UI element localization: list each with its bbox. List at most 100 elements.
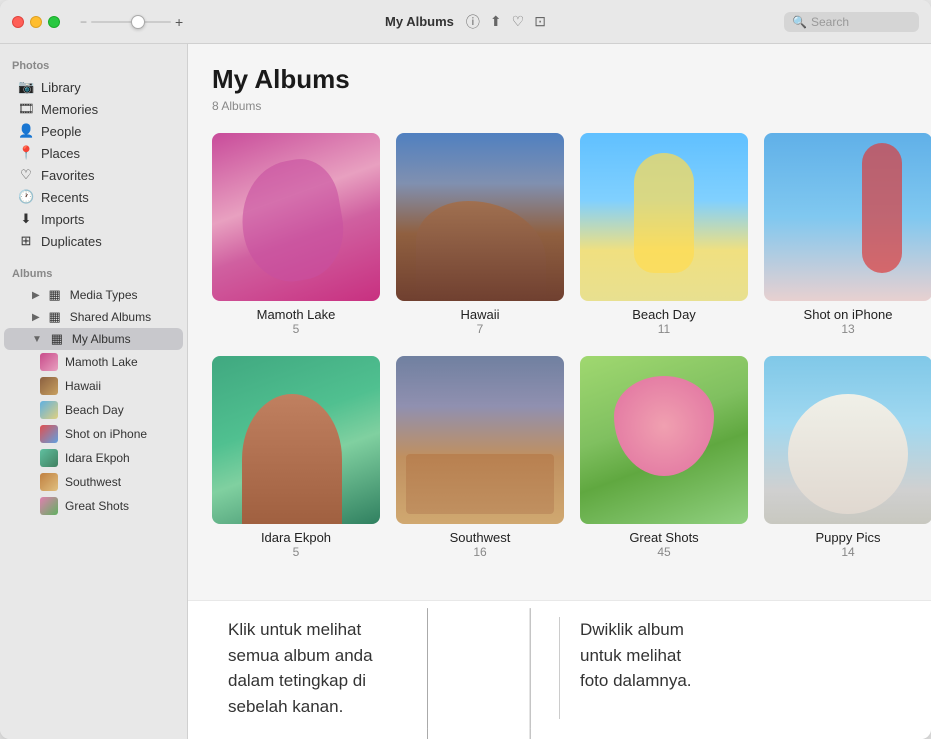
sidebar-item-label: Favorites — [41, 168, 94, 183]
sidebar-album-southwest[interactable]: Southwest — [4, 470, 183, 494]
sidebar-item-label: Mamoth Lake — [65, 355, 138, 369]
annotation-right-text: Dwiklik albumuntuk melihatfoto dalamnya. — [580, 617, 891, 719]
albums-section-label: Albums — [0, 260, 187, 284]
content-wrapper: My Albums 8 Albums Mamoth Lake 5 Hawaii … — [188, 44, 931, 739]
zoom-plus[interactable]: + — [175, 14, 183, 30]
sidebar-item-label: Places — [41, 146, 80, 161]
album-thumb-idara-ekpoh — [212, 356, 380, 524]
sidebar-item-label: Hawaii — [65, 379, 101, 393]
main-layout: Photos 📷 Library 🎞 Memories 👤 People 📍 P… — [0, 44, 931, 739]
share-icon[interactable]: ⬆ — [490, 13, 502, 30]
sidebar-item-label: Beach Day — [65, 403, 124, 417]
album-puppy-pics[interactable]: Puppy Pics 14 — [764, 356, 931, 559]
crop-icon[interactable]: ⊡ — [534, 13, 546, 30]
album-thumb-beach — [40, 401, 58, 419]
sidebar-album-great-shots[interactable]: Great Shots — [4, 494, 183, 518]
search-area[interactable]: 🔍 Search — [784, 12, 919, 32]
album-mamoth-lake[interactable]: Mamoth Lake 5 — [212, 133, 380, 336]
sidebar-item-label: Media Types — [70, 288, 138, 302]
album-count: 7 — [477, 322, 484, 336]
chevron-right-icon: ▶ — [32, 312, 40, 323]
sidebar-item-label: Duplicates — [41, 234, 102, 249]
album-thumb-great-shots — [580, 356, 748, 524]
album-shot-on-iphone[interactable]: Shot on iPhone 13 — [764, 133, 931, 336]
annotation-divider — [559, 617, 560, 719]
sidebar-item-imports[interactable]: ⬇ Imports — [4, 208, 183, 230]
album-hawaii[interactable]: Hawaii 7 — [396, 133, 564, 336]
sidebar-item-label: Recents — [41, 190, 89, 205]
titlebar: − + My Albums ⓘ ⬆ ♡ ⊡ 🔍 Search — [0, 0, 931, 44]
sidebar-group-shared-albums[interactable]: ▶ ▦ Shared Albums — [4, 306, 183, 328]
zoom-slider[interactable] — [91, 21, 171, 23]
album-name: Puppy Pics — [815, 530, 880, 545]
sidebar-album-beach-day[interactable]: Beach Day — [4, 398, 183, 422]
album-beach-day[interactable]: Beach Day 11 — [580, 133, 748, 336]
sidebar-item-people[interactable]: 👤 People — [4, 120, 183, 142]
album-name: Southwest — [450, 530, 511, 545]
places-icon: 📍 — [18, 145, 34, 161]
heart-icon[interactable]: ♡ — [512, 13, 525, 30]
album-name: Hawaii — [460, 307, 499, 322]
media-types-icon: ▦ — [47, 287, 63, 303]
page-title: My Albums — [212, 64, 907, 95]
album-count: 14 — [841, 545, 854, 559]
zoom-minus[interactable]: − — [80, 15, 87, 29]
sidebar-item-label: Idara Ekpoh — [65, 451, 130, 465]
sidebar-item-library[interactable]: 📷 Library — [4, 76, 183, 98]
sidebar-item-duplicates[interactable]: ⊞ Duplicates — [4, 230, 183, 252]
imports-icon: ⬇ — [18, 211, 34, 227]
titlebar-action-icons: ⓘ ⬆ ♡ ⊡ — [466, 12, 546, 32]
album-count: 5 — [293, 545, 300, 559]
album-name: Idara Ekpoh — [261, 530, 331, 545]
annotation-section: Klik untuk melihatsemua album andadalam … — [188, 600, 931, 739]
album-great-shots[interactable]: Great Shots 45 — [580, 356, 748, 559]
sidebar-album-hawaii[interactable]: Hawaii — [4, 374, 183, 398]
album-thumb-hawaii — [40, 377, 58, 395]
sidebar-item-label: Memories — [41, 102, 98, 117]
search-input[interactable]: Search — [811, 15, 911, 29]
album-thumb-southwest — [396, 356, 564, 524]
album-idara-ekpoh[interactable]: Idara Ekpoh 5 — [212, 356, 380, 559]
chevron-down-icon: ▼ — [32, 334, 42, 345]
sidebar-item-label: People — [41, 124, 81, 139]
info-icon[interactable]: ⓘ — [466, 12, 480, 32]
titlebar-center: My Albums ⓘ ⬆ ♡ ⊡ — [385, 12, 546, 32]
sidebar-album-shot-on-iphone[interactable]: Shot on iPhone — [4, 422, 183, 446]
close-button[interactable] — [12, 16, 24, 28]
annotation-left-text: Klik untuk melihatsemua album andadalam … — [228, 617, 539, 719]
minimize-button[interactable] — [30, 16, 42, 28]
sidebar-item-label: Library — [41, 80, 81, 95]
sidebar-item-favorites[interactable]: ♡ Favorites — [4, 164, 183, 186]
sidebar-group-my-albums[interactable]: ▼ ▦ My Albums — [4, 328, 183, 350]
album-thumb-idara — [40, 449, 58, 467]
maximize-button[interactable] — [48, 16, 60, 28]
sidebar-album-mamoth-lake[interactable]: Mamoth Lake — [4, 350, 183, 374]
album-name: Beach Day — [632, 307, 696, 322]
sidebar-album-idara-ekpoh[interactable]: Idara Ekpoh — [4, 446, 183, 470]
library-icon: 📷 — [18, 79, 34, 95]
album-name: Great Shots — [629, 530, 698, 545]
album-count: 5 — [293, 322, 300, 336]
sidebar-item-memories[interactable]: 🎞 Memories — [4, 98, 183, 120]
annotation-left: Klik untuk melihatsemua album andadalam … — [228, 620, 373, 716]
album-thumb-great — [40, 497, 58, 515]
search-icon: 🔍 — [792, 15, 807, 29]
albums-count: 8 Albums — [212, 99, 907, 113]
album-thumb-southwest — [40, 473, 58, 491]
sidebar-item-recents[interactable]: 🕐 Recents — [4, 186, 183, 208]
sidebar-item-places[interactable]: 📍 Places — [4, 142, 183, 164]
albums-grid: Mamoth Lake 5 Hawaii 7 Beach Day 11 — [212, 133, 907, 559]
album-thumb-shot-on-iphone — [764, 133, 931, 301]
album-southwest[interactable]: Southwest 16 — [396, 356, 564, 559]
app-window: − + My Albums ⓘ ⬆ ♡ ⊡ 🔍 Search Photos — [0, 0, 931, 739]
window-title: My Albums — [385, 14, 454, 29]
duplicates-icon: ⊞ — [18, 233, 34, 249]
favorites-icon: ♡ — [18, 167, 34, 183]
photos-section-label: Photos — [0, 52, 187, 76]
album-name: Shot on iPhone — [804, 307, 893, 322]
album-count: 11 — [658, 322, 670, 336]
people-icon: 👤 — [18, 123, 34, 139]
content-area: My Albums 8 Albums Mamoth Lake 5 Hawaii … — [188, 44, 931, 600]
sidebar-group-media-types[interactable]: ▶ ▦ Media Types — [4, 284, 183, 306]
sidebar-item-label: Imports — [41, 212, 84, 227]
